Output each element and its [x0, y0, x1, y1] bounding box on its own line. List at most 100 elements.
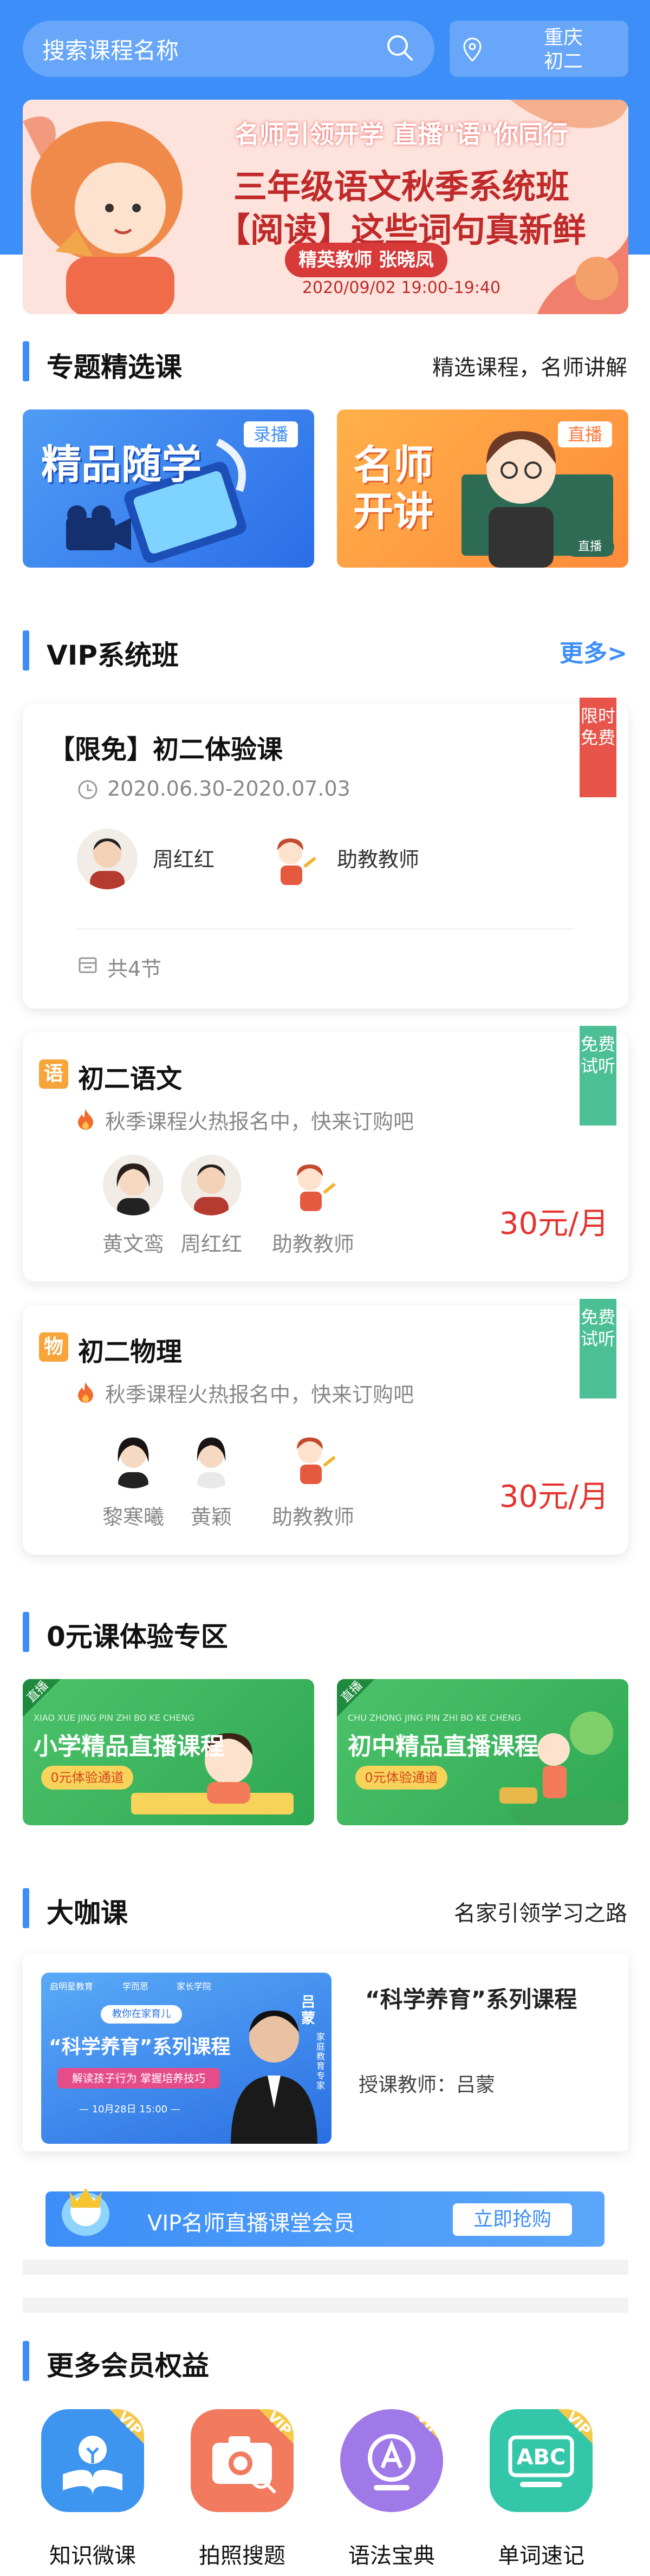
banner-line2: 三年级语文秋季系统班	[233, 167, 569, 206]
featured-section-subtitle: 精选课程，名师讲解	[432, 355, 627, 380]
benefit-label: 语法宝典	[348, 2544, 435, 2568]
benefit-vocabulary[interactable]: ABC VIP 单词速记	[484, 2409, 598, 2572]
course-price: 30元/月	[499, 1479, 609, 1514]
featured-card-title: 名师开讲	[353, 442, 433, 535]
trial-ribbon: 免费试听	[580, 1026, 616, 1126]
avatar	[103, 1428, 164, 1488]
poster-brand: 学而思	[122, 1981, 149, 1992]
fire-icon	[76, 1381, 95, 1405]
course-price: 30元/月	[499, 1206, 609, 1241]
lightbulb-book-icon: VIP	[41, 2409, 144, 2512]
teacher-name: 助教教师	[271, 1232, 354, 1256]
course-desc: 秋季课程火热报名中，快来订购吧	[105, 1110, 414, 1134]
camera-search-icon: VIP	[191, 2409, 294, 2512]
benefit-label: 单词速记	[498, 2544, 584, 2568]
search-icon[interactable]	[385, 32, 415, 65]
zero-card-title: 初中精品直播课程	[348, 1733, 538, 1760]
avatar	[181, 1428, 242, 1488]
location-selector[interactable]: 重庆 初二	[450, 21, 628, 77]
teacher-name: 黄文鸾	[102, 1232, 164, 1256]
live-badge: 直播	[558, 421, 612, 447]
zero-card-primary[interactable]: 直播 XIAO XUE JING PIN ZHI BO KE CHENG 小学精…	[23, 1679, 314, 1825]
teacher-name: 周红红	[180, 1232, 242, 1256]
master-poster: 启明星教育 学而思 家长学院 教你在家育儿 “科学养育”系列课程 解读孩子行为 …	[41, 1973, 332, 2144]
trial-course-title: 【限免】初二体验课	[49, 734, 283, 765]
search-input[interactable]: 搜索课程名称	[42, 32, 385, 66]
lesson-count: 共4节	[107, 957, 162, 981]
avatar	[181, 1155, 242, 1215]
poster-main-title: “科学养育”系列课程	[49, 2036, 231, 2058]
featured-card-live[interactable]: 名师开讲 直播 直播	[337, 409, 628, 568]
free-ribbon: 限时免费	[580, 698, 616, 797]
poster-brand: 启明星教育	[50, 1981, 94, 1992]
poster-date: — 10月28日 15:00 —	[79, 2104, 180, 2115]
poster-brand: 家长学院	[177, 1981, 212, 1992]
benefit-label: 拍照搜题	[199, 2544, 285, 2568]
zero-trial-button[interactable]: 0元体验通道	[355, 1766, 447, 1790]
banner-date: 2020/09/02 19:00-19:40	[302, 278, 501, 297]
zero-trial-button[interactable]: 0元体验通道	[41, 1766, 133, 1790]
master-course-card[interactable]: 启明星教育 学而思 家长学院 教你在家育儿 “科学养育”系列课程 解读孩子行为 …	[23, 1954, 628, 2151]
poster-speaker-role: 家庭教育专家	[316, 2032, 326, 2091]
divider	[23, 2260, 628, 2275]
letter-a-icon: VIP	[340, 2409, 443, 2512]
buy-now-button[interactable]: 立即抢购	[453, 2203, 572, 2236]
master-section-title: 大咖课	[47, 1897, 128, 1929]
section-marker	[23, 630, 29, 671]
live-mini-tag: 直播	[566, 537, 614, 557]
section-marker	[23, 2341, 29, 2381]
benefit-grammar-guide[interactable]: VIP 语法宝典	[335, 2409, 448, 2572]
svg-text:ABC: ABC	[517, 2445, 566, 2470]
subject-badge: 物	[39, 1332, 68, 1362]
featured-card-recorded[interactable]: 精品随学 录播	[23, 409, 314, 568]
clock-icon	[77, 779, 99, 803]
vip-section-title: VIP系统班	[47, 640, 179, 671]
poster-top-tag: 教你在家育儿	[101, 2005, 182, 2024]
banner-line1: 名师引领开学 直播"语"你同行	[235, 120, 568, 149]
teacher-name: 黎寒曦	[102, 1505, 164, 1529]
poster-speaker-name: 吕蒙	[301, 1994, 316, 2027]
course-card-physics[interactable]: 免费试听 物 初二物理 秋季课程火热报名中，快来订购吧 黎寒曦 黄颖 助教教师 …	[23, 1299, 628, 1554]
divider	[23, 2298, 628, 2313]
zero-section-title: 0元课体验专区	[47, 1621, 228, 1653]
banner-teacher-tag: 精英教师 张晓凤	[285, 243, 447, 277]
benefit-knowledge-microclass[interactable]: VIP 知识微课	[36, 2409, 150, 2572]
section-marker	[23, 341, 29, 381]
course-desc: 秋季课程火热报名中，快来订购吧	[105, 1383, 414, 1407]
section-marker	[23, 1888, 29, 1928]
vip-crown-mascot-icon	[62, 2188, 109, 2236]
master-course-title: “科学养育”系列课程	[365, 1986, 577, 2013]
zero-card-junior[interactable]: 直播 CHU ZHONG JING PIN ZHI BO KE CHENG 初中…	[337, 1679, 628, 1825]
benefit-label: 知识微课	[49, 2544, 136, 2568]
course-title: 初二语文	[78, 1064, 183, 1094]
fire-icon	[76, 1108, 95, 1132]
trial-course-date: 2020.06.30-2020.07.03	[107, 777, 350, 801]
zero-card-title: 小学精品直播课程	[34, 1733, 224, 1760]
course-card-chinese[interactable]: 免费试听 语 初二语文 秋季课程火热报名中，快来订购吧 黄文鸾 周红红 助教教师…	[23, 1026, 628, 1282]
featured-section-title: 专题精选课	[47, 352, 182, 383]
benefits-section-title: 更多会员权益	[47, 2350, 209, 2382]
location-city: 重庆	[543, 27, 583, 49]
assistant-avatar	[283, 1155, 343, 1215]
trial-course-card[interactable]: 限时免费 【限免】初二体验课 2020.06.30-2020.07.03 周红红…	[23, 698, 628, 1009]
vip-bar-text: VIP名师直播课堂会员	[147, 2211, 355, 2236]
teacher-name: 助教教师	[337, 848, 420, 871]
card-pinyin: CHU ZHONG JING PIN ZHI BO KE CHENG	[348, 1713, 521, 1723]
benefit-photo-search[interactable]: VIP 拍照搜题	[185, 2409, 299, 2572]
abc-icon: ABC VIP	[490, 2409, 593, 2512]
teacher-name: 助教教师	[271, 1505, 354, 1529]
master-section-subtitle: 名家引领学习之路	[454, 1901, 627, 1926]
promo-banner[interactable]: 名师引领开学 直播"语"你同行 三年级语文秋季系统班 【阅读】这些词句真新鲜 精…	[23, 100, 628, 314]
avatar	[103, 1155, 164, 1215]
teacher-name: 黄颖	[190, 1505, 232, 1529]
avatar	[77, 829, 138, 889]
search-bar[interactable]: 搜索课程名称	[23, 21, 434, 77]
lessons-icon	[77, 954, 99, 978]
assistant-avatar	[263, 829, 324, 889]
trial-ribbon: 免费试听	[580, 1299, 616, 1398]
location-grade: 初二	[543, 50, 583, 73]
vip-more-link[interactable]: 更多>	[560, 634, 627, 668]
teacher-name: 周红红	[153, 848, 215, 871]
vip-member-bar[interactable]: VIP名师直播课堂会员 立即抢购	[46, 2191, 604, 2247]
featured-card-title: 精品随学	[41, 441, 202, 488]
